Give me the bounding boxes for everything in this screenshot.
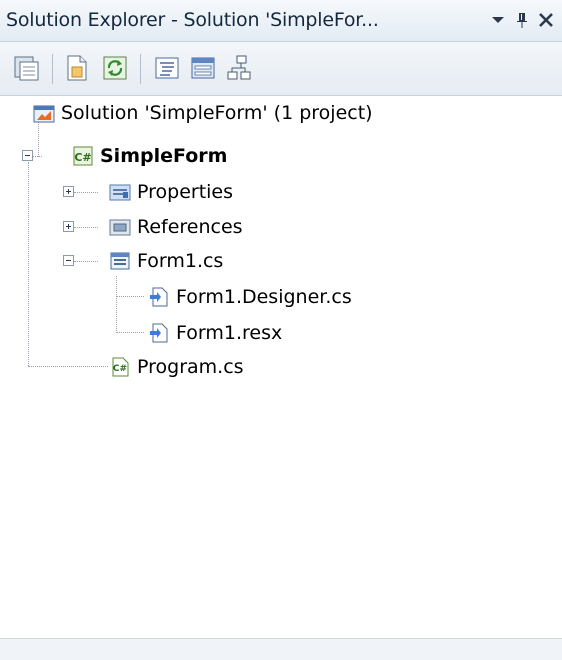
- tree-line: [116, 332, 144, 333]
- tree-item-label: Form1.cs: [137, 250, 224, 272]
- csharp-project-icon: C#: [72, 145, 94, 167]
- dropdown-icon[interactable]: [486, 8, 510, 32]
- code-file-icon: [148, 286, 170, 308]
- csharp-file-icon: C#: [109, 356, 131, 378]
- title-bar: Solution Explorer - Solution 'SimpleFor.…: [0, 0, 562, 42]
- tree-item-program[interactable]: C# Program.cs: [109, 352, 244, 382]
- tree-item-label: Form1.Designer.cs: [176, 286, 352, 308]
- class-diagram-icon[interactable]: [224, 53, 254, 83]
- toolbar-separator: [140, 54, 141, 84]
- tree-line: [116, 276, 117, 333]
- expand-toggle-references[interactable]: [63, 221, 74, 232]
- collapse-toggle-form1[interactable]: [63, 255, 74, 266]
- tree-line: [74, 261, 98, 262]
- svg-text:C#: C#: [74, 151, 91, 164]
- close-icon[interactable]: [534, 8, 558, 32]
- tree-item-label: Program.cs: [137, 356, 244, 378]
- tree-line: [74, 192, 98, 193]
- tree-item-form1-designer[interactable]: Form1.Designer.cs: [148, 282, 352, 312]
- tree-item-references[interactable]: References: [109, 212, 243, 242]
- view-code-icon[interactable]: [152, 53, 182, 83]
- view-designer-icon[interactable]: [188, 53, 218, 83]
- tree-item-label: Properties: [137, 181, 234, 203]
- properties-icon[interactable]: [12, 53, 42, 83]
- collapse-toggle-simpleform[interactable]: [22, 150, 33, 161]
- tree-line: [28, 366, 108, 367]
- tree-item-solution[interactable]: Solution 'SimpleForm' (1 project): [33, 98, 373, 128]
- refresh-icon[interactable]: [100, 53, 130, 83]
- tree-item-label: Solution 'SimpleForm' (1 project): [61, 102, 373, 124]
- tree-item-label: References: [137, 216, 243, 238]
- toolbar-separator: [52, 54, 53, 84]
- properties-folder-icon: [109, 181, 131, 203]
- tree-line: [28, 162, 29, 366]
- tree-line: [74, 227, 98, 228]
- references-folder-icon: [109, 216, 131, 238]
- show-all-files-icon[interactable]: [62, 53, 92, 83]
- form-file-icon: [109, 250, 131, 272]
- solution-icon: [33, 102, 55, 124]
- tree-line: [116, 296, 144, 297]
- tree-item-form1-resx[interactable]: Form1.resx: [148, 318, 282, 348]
- solution-tree: Solution 'SimpleForm' (1 project) C# Sim…: [0, 96, 562, 638]
- tree-item-form1[interactable]: Form1.cs: [109, 246, 223, 276]
- window-title: Solution Explorer - Solution 'SimpleFor.…: [6, 9, 379, 31]
- tree-item-properties[interactable]: Properties: [109, 177, 233, 207]
- svg-text:C#: C#: [113, 364, 127, 374]
- pin-icon[interactable]: [510, 8, 534, 32]
- toolbar: [0, 42, 562, 96]
- expand-toggle-properties[interactable]: [63, 186, 74, 197]
- bottom-edge: [0, 638, 562, 660]
- resource-file-icon: [148, 322, 170, 344]
- tree-item-label: Form1.resx: [176, 322, 283, 344]
- tree-item-project[interactable]: C# SimpleForm: [72, 141, 227, 171]
- tree-item-label: SimpleForm: [100, 145, 228, 167]
